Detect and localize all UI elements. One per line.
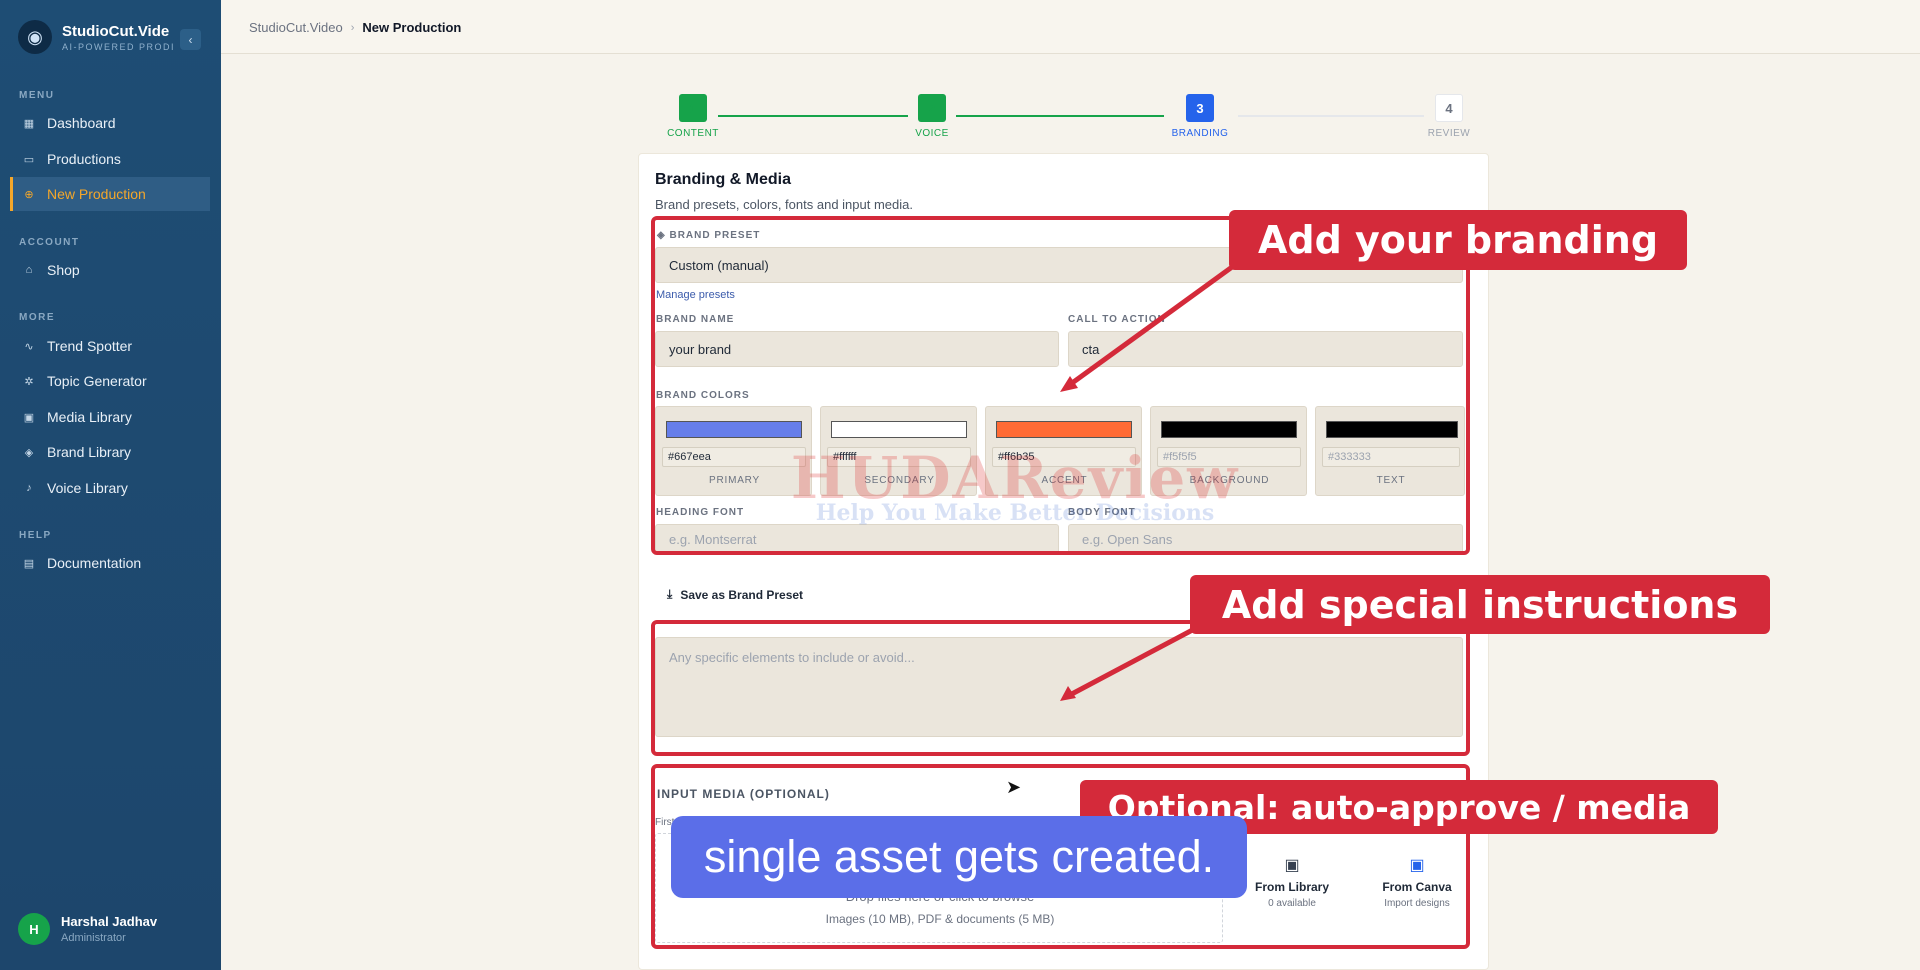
collapse-sidebar-button[interactable]: ‹ <box>180 29 201 50</box>
book-icon: ▤ <box>23 557 35 570</box>
card-description: Brand presets, colors, fonts and input m… <box>655 197 913 212</box>
step-connector <box>1238 115 1424 117</box>
sidebar-item-media-library[interactable]: ▣ Media Library <box>10 400 210 434</box>
user-role: Administrator <box>61 932 126 944</box>
save-brand-preset-button[interactable]: ⤓ Save as Brand Preset <box>667 587 803 602</box>
sidebar-item-label: Trend Spotter <box>47 338 133 354</box>
activity-icon: ∿ <box>24 340 34 353</box>
brand-logo-icon: ◉ <box>18 20 52 54</box>
video-caption: single asset gets created. <box>671 816 1247 898</box>
sidebar-item-label: Documentation <box>47 555 142 571</box>
step-number: 2 <box>918 94 946 122</box>
callout-add-branding: Add your branding <box>1229 210 1687 270</box>
folder-icon: ▭ <box>23 153 35 166</box>
brand[interactable]: ◉ StudioCut.Vide AI-POWERED PRODI <box>18 20 174 54</box>
download-icon: ⤓ <box>667 587 673 601</box>
step-review[interactable]: 4 REVIEW <box>1419 94 1479 139</box>
sidebar-item-trend-spotter[interactable]: ∿ Trend Spotter <box>10 329 210 363</box>
mouse-cursor-icon: ➤ <box>1006 777 1022 797</box>
step-number: 3 <box>1186 94 1214 122</box>
grid-icon: ▦ <box>23 117 35 130</box>
avatar: H <box>18 913 50 945</box>
sidebar-item-new-production[interactable]: ⊕ New Production <box>10 177 210 211</box>
sidebar-item-label: Topic Generator <box>47 373 147 389</box>
brand-title: StudioCut.Vide <box>62 22 170 40</box>
sidebar-item-dashboard[interactable]: ▦ Dashboard <box>10 106 210 140</box>
sidebar-item-label: Media Library <box>47 409 132 425</box>
breadcrumb-root-link[interactable]: StudioCut.Video <box>249 20 343 35</box>
step-content[interactable]: 1 CONTENT <box>663 94 723 139</box>
microphone-icon: ♪ <box>26 482 32 494</box>
step-label: CONTENT <box>667 128 719 139</box>
progress-stepper: 1 CONTENT 2 VOICE 3 BRANDING 4 REVIEW <box>655 94 1475 140</box>
step-label: VOICE <box>915 128 949 139</box>
card-title: Branding & Media <box>655 171 792 188</box>
save-brand-preset-label: Save as Brand Preset <box>680 587 804 602</box>
top-bar: StudioCut.Video › New Production <box>221 0 1920 54</box>
chevron-right-icon: › <box>350 21 355 34</box>
section-label-help: HELP <box>19 530 52 541</box>
step-connector <box>718 115 908 117</box>
highlight-instructions <box>651 620 1470 756</box>
sparkle-icon: ✲ <box>24 375 34 388</box>
step-connector <box>956 115 1164 117</box>
sidebar-item-voice-library[interactable]: ♪ Voice Library <box>10 471 210 505</box>
sidebar-item-label: Dashboard <box>47 115 116 131</box>
sidebar-item-documentation[interactable]: ▤ Documentation <box>10 546 210 580</box>
step-number: 1 <box>679 94 707 122</box>
sidebar-item-label: Brand Library <box>47 444 132 460</box>
breadcrumb-current: New Production <box>362 20 462 35</box>
callout-add-instructions: Add special instructions <box>1190 575 1770 634</box>
step-label: REVIEW <box>1427 128 1471 139</box>
sidebar-item-label: New Production <box>47 186 146 202</box>
user-name: Harshal Jadhav <box>61 914 158 929</box>
sidebar-item-productions[interactable]: ▭ Productions <box>10 142 210 176</box>
section-label-account: ACCOUNT <box>19 237 80 248</box>
sidebar-item-shop[interactable]: ⌂ Shop <box>10 253 210 287</box>
sidebar-item-brand-library[interactable]: ◈ Brand Library <box>10 435 210 469</box>
brand-subtitle: AI-POWERED PRODI <box>62 41 174 52</box>
section-label-menu: MENU <box>19 90 55 101</box>
image-icon: ▣ <box>23 411 35 424</box>
step-number: 4 <box>1435 94 1463 122</box>
sidebar: ◉ StudioCut.Vide AI-POWERED PRODI ‹ MENU… <box>0 0 221 970</box>
user-profile[interactable]: H Harshal Jadhav Administrator <box>18 913 157 945</box>
shopping-bag-icon: ⌂ <box>25 264 33 276</box>
sidebar-item-label: Productions <box>47 151 121 167</box>
sidebar-item-label: Voice Library <box>47 480 128 496</box>
step-label: BRANDING <box>1171 128 1229 139</box>
breadcrumb: StudioCut.Video › New Production <box>249 20 461 35</box>
chevron-left-icon: ‹ <box>188 32 193 47</box>
sidebar-item-topic-generator[interactable]: ✲ Topic Generator <box>10 364 210 398</box>
sidebar-item-label: Shop <box>47 262 80 278</box>
plus-circle-icon: ⊕ <box>24 188 34 201</box>
section-label-more: MORE <box>19 312 55 323</box>
step-branding[interactable]: 3 BRANDING <box>1170 94 1230 139</box>
step-voice[interactable]: 2 VOICE <box>902 94 962 139</box>
tag-icon: ◈ <box>24 446 34 459</box>
